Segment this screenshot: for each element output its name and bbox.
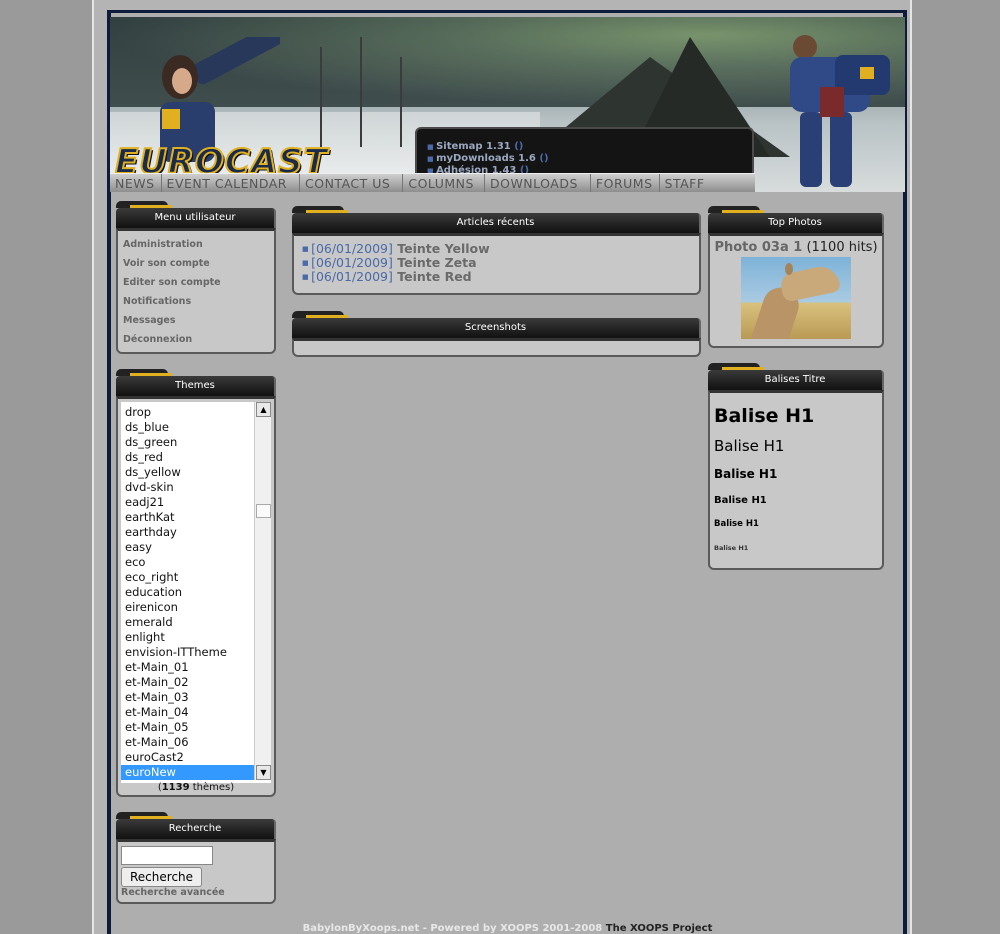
theme-option[interactable]: eirenicon [121, 600, 271, 615]
recent-articles-body: [06/01/2009] Teinte Yellow [06/01/2009] … [292, 233, 701, 295]
theme-count: (1139 thèmes) [157, 782, 235, 793]
balises-titre-body: Balise H1 Balise H1 Balise H1 Balise H1 … [708, 390, 884, 570]
theme-option[interactable]: et-Main_05 [121, 720, 271, 735]
theme-option[interactable]: ds_red [121, 450, 271, 465]
theme-option[interactable]: euroCast2 [121, 750, 271, 765]
user-menu-body: Administration Voir son compte Editer so… [116, 228, 276, 354]
theme-option[interactable]: envision-ITTheme [121, 645, 271, 660]
theme-option[interactable]: eco_right [121, 570, 271, 585]
nav-event-calendar[interactable]: EVENT CALENDAR [162, 174, 300, 192]
block-title: Menu utilisateur [116, 201, 276, 228]
banner-tree [400, 57, 402, 147]
heading-h3-sample: Balise H1 [714, 467, 778, 481]
scrollbar-thumb[interactable] [256, 504, 271, 518]
search-button[interactable]: Recherche [121, 867, 203, 887]
themes-block: Themes drop ds_blue ds_green ds_red ds_yello… [116, 369, 276, 797]
block-title: Screenshots [292, 311, 701, 338]
recent-articles-block: Articles récents [06/01/2009] Teinte Yel… [292, 206, 701, 295]
main-navigation: NEWS EVENT CALENDAR CONTACT US COLUMNS D… [110, 173, 755, 192]
theme-option[interactable]: eadj21 [121, 495, 271, 510]
search-body: Recherche Recherche avancée [116, 839, 276, 904]
theme-option[interactable]: euroNew [121, 765, 271, 780]
menu-notifications[interactable]: Notifications [118, 292, 274, 311]
theme-option[interactable]: eco [121, 555, 271, 570]
module-news-item[interactable]: myDownloads 1.6 () [427, 153, 548, 165]
article-item[interactable]: [06/01/2009] Teinte Red [302, 270, 699, 284]
theme-option[interactable]: et-Main_01 [121, 660, 271, 675]
module-news-item[interactable]: Sitemap 1.31 () [427, 141, 549, 153]
screenshots-body [292, 338, 701, 357]
theme-select-list[interactable]: drop ds_blue ds_green ds_red ds_yellow dvd-sk… [121, 402, 271, 783]
article-item[interactable]: [06/01/2009] Teinte Zeta [302, 256, 699, 270]
advanced-search-link[interactable]: Recherche avancée [118, 887, 274, 898]
screenshots-block: Screenshots [292, 311, 701, 357]
menu-view-account[interactable]: Voir son compte [118, 254, 274, 273]
scroll-up-arrow-icon[interactable]: ▲ [256, 402, 271, 417]
theme-option[interactable]: et-Main_04 [121, 705, 271, 720]
theme-option[interactable]: ds_yellow [121, 465, 271, 480]
theme-option[interactable]: et-Main_02 [121, 675, 271, 690]
menu-messages[interactable]: Messages [118, 311, 274, 330]
heading-h4-sample: Balise H1 [714, 495, 767, 506]
heading-h5-sample: Balise H1 [714, 519, 759, 529]
theme-option[interactable]: et-Main_06 [121, 735, 271, 750]
nav-news[interactable]: NEWS [110, 174, 162, 192]
top-photos-block: Top Photos Photo 03a 1 (1100 hits) [708, 206, 884, 348]
menu-logout[interactable]: Déconnexion [118, 330, 274, 349]
block-title: Balises Titre [708, 363, 884, 390]
footer: BabylonByXoops.net - Powered by XOOPS 20… [302, 923, 713, 934]
block-title: Themes [116, 369, 276, 396]
theme-option[interactable]: earthKat [121, 510, 271, 525]
banner-tree [320, 47, 322, 147]
article-item[interactable]: [06/01/2009] Teinte Yellow [302, 242, 699, 256]
nav-columns[interactable]: COLUMNS [403, 174, 485, 192]
theme-option[interactable]: ds_blue [121, 420, 271, 435]
themes-body: drop ds_blue ds_green ds_red ds_yellow dvd-sk… [116, 396, 276, 797]
banner-tree [360, 37, 362, 147]
nav-downloads[interactable]: DOWNLOADS [485, 174, 591, 192]
search-input[interactable] [121, 846, 213, 865]
nav-contact-us[interactable]: CONTACT US [300, 174, 404, 192]
user-menu-block: Menu utilisateur Administration Voir son… [116, 201, 276, 354]
theme-option[interactable]: et-Main_03 [121, 690, 271, 705]
theme-option[interactable]: ds_green [121, 435, 271, 450]
theme-option[interactable]: education [121, 585, 271, 600]
block-title: Recherche [116, 812, 276, 839]
scroll-down-arrow-icon[interactable]: ▼ [256, 765, 271, 780]
mech-soldier-illustration [790, 35, 890, 187]
theme-option[interactable]: drop [121, 405, 271, 420]
nav-forums[interactable]: FORUMS [591, 174, 660, 192]
menu-administration[interactable]: Administration [118, 235, 274, 254]
menu-edit-account[interactable]: Editer son compte [118, 273, 274, 292]
heading-h1-sample: Balise H1 [714, 405, 815, 427]
block-title: Top Photos [708, 206, 884, 233]
block-title: Articles récents [292, 206, 701, 233]
camel-photo-thumbnail[interactable] [741, 257, 851, 339]
heading-h2-sample: Balise H1 [714, 437, 785, 455]
xoops-project-link[interactable]: The XOOPS Project [606, 923, 713, 934]
nav-staff[interactable]: STAFF [660, 174, 711, 192]
photo-caption[interactable]: Photo 03a 1 (1100 hits) [710, 240, 882, 255]
theme-option[interactable]: earthday [121, 525, 271, 540]
theme-option[interactable]: dvd-skin [121, 480, 271, 495]
theme-option[interactable]: emerald [121, 615, 271, 630]
search-block: Recherche Recherche Recherche avancée [116, 812, 276, 904]
theme-option[interactable]: enlight [121, 630, 271, 645]
theme-option[interactable]: easy [121, 540, 271, 555]
header-banner: EUROCAST Sitemap 1.31 () myDownloads 1.6… [110, 17, 905, 192]
top-photos-body: Photo 03a 1 (1100 hits) [708, 233, 884, 348]
balises-titre-block: Balises Titre Balise H1 Balise H1 Balise… [708, 363, 884, 570]
heading-h6-sample: Balise H1 [714, 544, 749, 552]
theme-list-scrollbar[interactable]: ▲ ▼ [254, 402, 271, 780]
